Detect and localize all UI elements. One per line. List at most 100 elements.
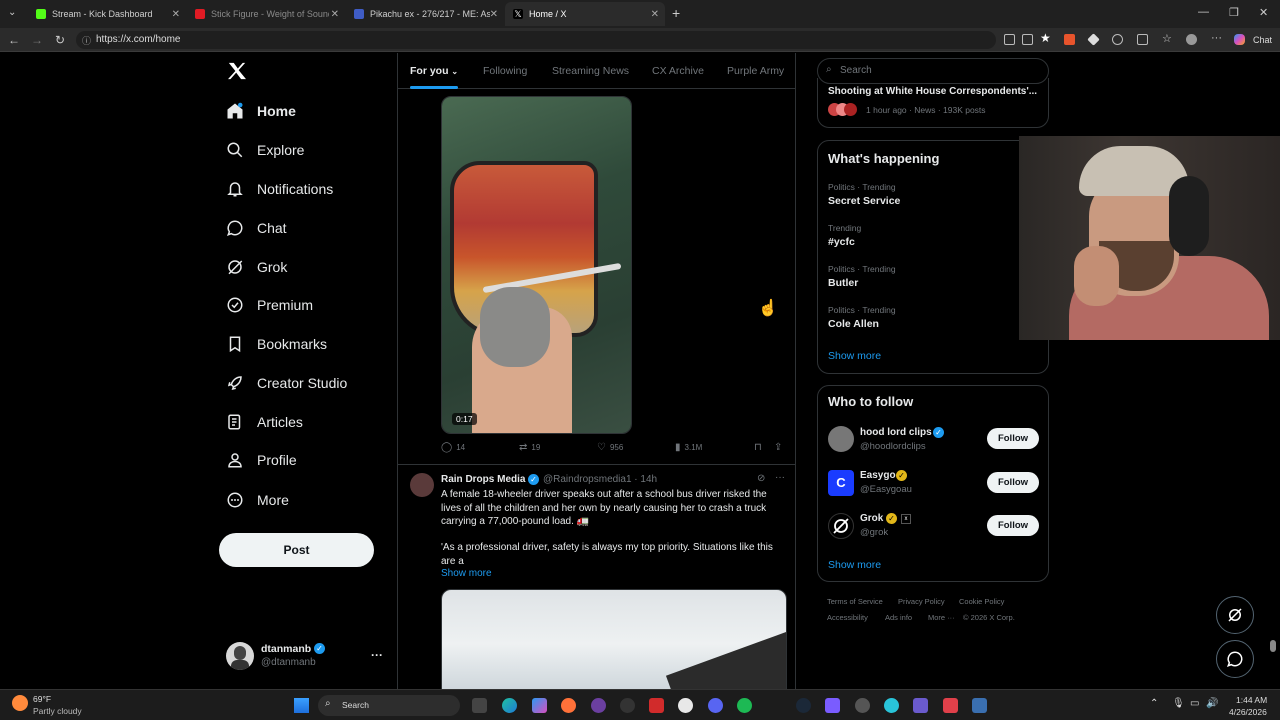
tab-stick-figure[interactable]: Stick Figure - Weight of Sound - N ✕: [187, 2, 345, 26]
footer-accessibility[interactable]: Accessibility: [827, 613, 868, 622]
forward-icon[interactable]: →: [31, 33, 43, 47]
read-aloud-icon[interactable]: [1004, 34, 1015, 45]
tweet-author-name[interactable]: Rain Drops Media: [441, 474, 525, 485]
copilot-app-icon[interactable]: [532, 698, 547, 713]
firefox-icon[interactable]: [561, 698, 576, 713]
footer-privacy[interactable]: Privacy Policy: [898, 597, 945, 606]
tab-for-you[interactable]: For you ⌄: [410, 65, 458, 77]
nav-creator-studio[interactable]: Creator Studio: [226, 370, 347, 396]
tab-actions-icon[interactable]: ⌄: [8, 7, 16, 18]
trend-cole-allen[interactable]: Cole Allen: [828, 318, 879, 330]
trends-show-more[interactable]: Show more: [828, 350, 881, 362]
tweet-more-icon[interactable]: ···: [775, 472, 785, 483]
nav-profile[interactable]: Profile: [226, 447, 297, 473]
nav-bookmarks[interactable]: Bookmarks: [226, 331, 327, 357]
url-field[interactable]: ⓘ https://x.com/home: [76, 31, 996, 49]
share-button[interactable]: ⇪: [774, 442, 782, 453]
follow-suggestion-name[interactable]: hood lord clips: [860, 427, 932, 438]
grok-avatar-icon[interactable]: [828, 513, 854, 539]
tab-kick-dashboard[interactable]: Stream - Kick Dashboard ✕: [28, 2, 186, 26]
copilot-icon[interactable]: [1234, 34, 1245, 45]
like-button[interactable]: ♡ 956: [597, 442, 623, 453]
app-icon[interactable]: [825, 698, 840, 713]
close-tab-icon[interactable]: ✕: [651, 9, 659, 20]
close-window-button[interactable]: ✕: [1259, 6, 1268, 19]
taskbar-search[interactable]: ⌕ Search: [318, 695, 460, 716]
app-icon[interactable]: [855, 698, 870, 713]
nav-notifications[interactable]: Notifications: [226, 176, 333, 202]
extension-icon[interactable]: [1087, 33, 1100, 46]
tweet-media[interactable]: [441, 589, 787, 689]
grok-fab[interactable]: [1216, 596, 1254, 634]
valorant-icon[interactable]: [943, 698, 958, 713]
footer-cookie[interactable]: Cookie Policy: [959, 597, 1004, 606]
app-icon[interactable]: [884, 698, 899, 713]
timeline[interactable]: For you ⌄ Following Streaming News CX Ar…: [397, 53, 796, 689]
follow-button[interactable]: Follow: [987, 428, 1039, 449]
nav-articles[interactable]: Articles: [226, 409, 303, 435]
settings-more-icon[interactable]: ···: [1211, 32, 1222, 44]
obs-icon[interactable]: [620, 698, 635, 713]
trend-secret-service[interactable]: Secret Service: [828, 195, 900, 207]
follow-suggestion-name[interactable]: Easygo: [860, 470, 896, 481]
post-button[interactable]: Post: [219, 533, 374, 567]
repost-button[interactable]: ⇄ 19: [519, 442, 540, 453]
extension-icon[interactable]: [1064, 34, 1075, 45]
grok-explain-icon[interactable]: ⊘: [757, 473, 765, 484]
split-screen-icon[interactable]: [1137, 34, 1148, 45]
tab-purple-army[interactable]: Purple Army: [727, 65, 784, 77]
restore-button[interactable]: ❐: [1229, 6, 1239, 19]
tab-pikachu[interactable]: Pikachu ex - 276/217 - ME: Ascend ✕: [346, 2, 504, 26]
favorite-star-icon[interactable]: ★: [1040, 31, 1051, 45]
extensions-puzzle-icon[interactable]: [1112, 34, 1123, 45]
close-tab-icon[interactable]: ✕: [490, 9, 498, 20]
follow-show-more[interactable]: Show more: [828, 559, 881, 571]
task-view-icon[interactable]: [472, 698, 487, 713]
video-player[interactable]: 0:17: [441, 96, 632, 434]
nav-chat[interactable]: Chat: [226, 215, 287, 241]
nav-grok[interactable]: Grok: [226, 254, 287, 280]
close-tab-icon[interactable]: ✕: [331, 9, 339, 20]
trend-ycfc[interactable]: #ycfc: [828, 236, 855, 248]
spotify-icon[interactable]: [737, 698, 752, 713]
itunes-icon[interactable]: [678, 698, 693, 713]
nav-premium[interactable]: Premium: [226, 292, 313, 318]
profile-avatar-icon[interactable]: [1186, 34, 1197, 45]
show-more-link[interactable]: Show more: [441, 568, 492, 579]
start-windows-icon[interactable]: [294, 698, 309, 713]
edge-icon[interactable]: [502, 698, 517, 713]
minimize-button[interactable]: —: [1198, 6, 1209, 18]
tab-streaming-news[interactable]: Streaming News: [552, 65, 629, 77]
views-button[interactable]: ▮ 3.1M: [675, 442, 702, 453]
app-icon[interactable]: [591, 698, 606, 713]
avatar[interactable]: C: [828, 470, 854, 496]
tweet-avatar[interactable]: [410, 473, 434, 497]
app-icon[interactable]: [649, 698, 664, 713]
account-more-icon[interactable]: ···: [371, 648, 383, 662]
follow-button[interactable]: Follow: [987, 515, 1039, 536]
app-icon[interactable]: [972, 698, 987, 713]
back-icon[interactable]: ←: [8, 33, 20, 47]
fx-app-icon[interactable]: [913, 698, 928, 713]
clock-time[interactable]: 1:44 AM: [1236, 695, 1267, 705]
tab-cx-archive[interactable]: CX Archive: [652, 65, 704, 77]
page-scrollbar[interactable]: [1270, 640, 1276, 652]
weather-icon[interactable]: [12, 695, 28, 711]
site-info-icon[interactable]: ⓘ: [82, 34, 91, 47]
messages-fab[interactable]: [1216, 640, 1254, 678]
follow-suggestion-name[interactable]: Grok: [860, 513, 883, 524]
tab-following[interactable]: Following: [483, 65, 527, 77]
new-tab-button[interactable]: +: [672, 5, 680, 21]
footer-ads-info[interactable]: Ads info: [885, 613, 912, 622]
reply-button[interactable]: ◯ 14: [441, 442, 465, 453]
microphone-icon[interactable]: 🎙: [1172, 698, 1185, 709]
bookmark-button[interactable]: ⊓: [754, 442, 762, 453]
discord-icon[interactable]: [708, 698, 723, 713]
x-logo-icon[interactable]: [227, 62, 247, 86]
top-story-card[interactable]: Shooting at White House Correspondents'.…: [817, 78, 1049, 128]
follow-button[interactable]: Follow: [987, 472, 1039, 493]
copilot-chat-label[interactable]: Chat: [1253, 35, 1272, 45]
network-icon[interactable]: ▭: [1190, 698, 1199, 709]
tray-chevron-icon[interactable]: ⌃: [1150, 698, 1158, 709]
refresh-icon[interactable]: ↻: [55, 33, 65, 47]
